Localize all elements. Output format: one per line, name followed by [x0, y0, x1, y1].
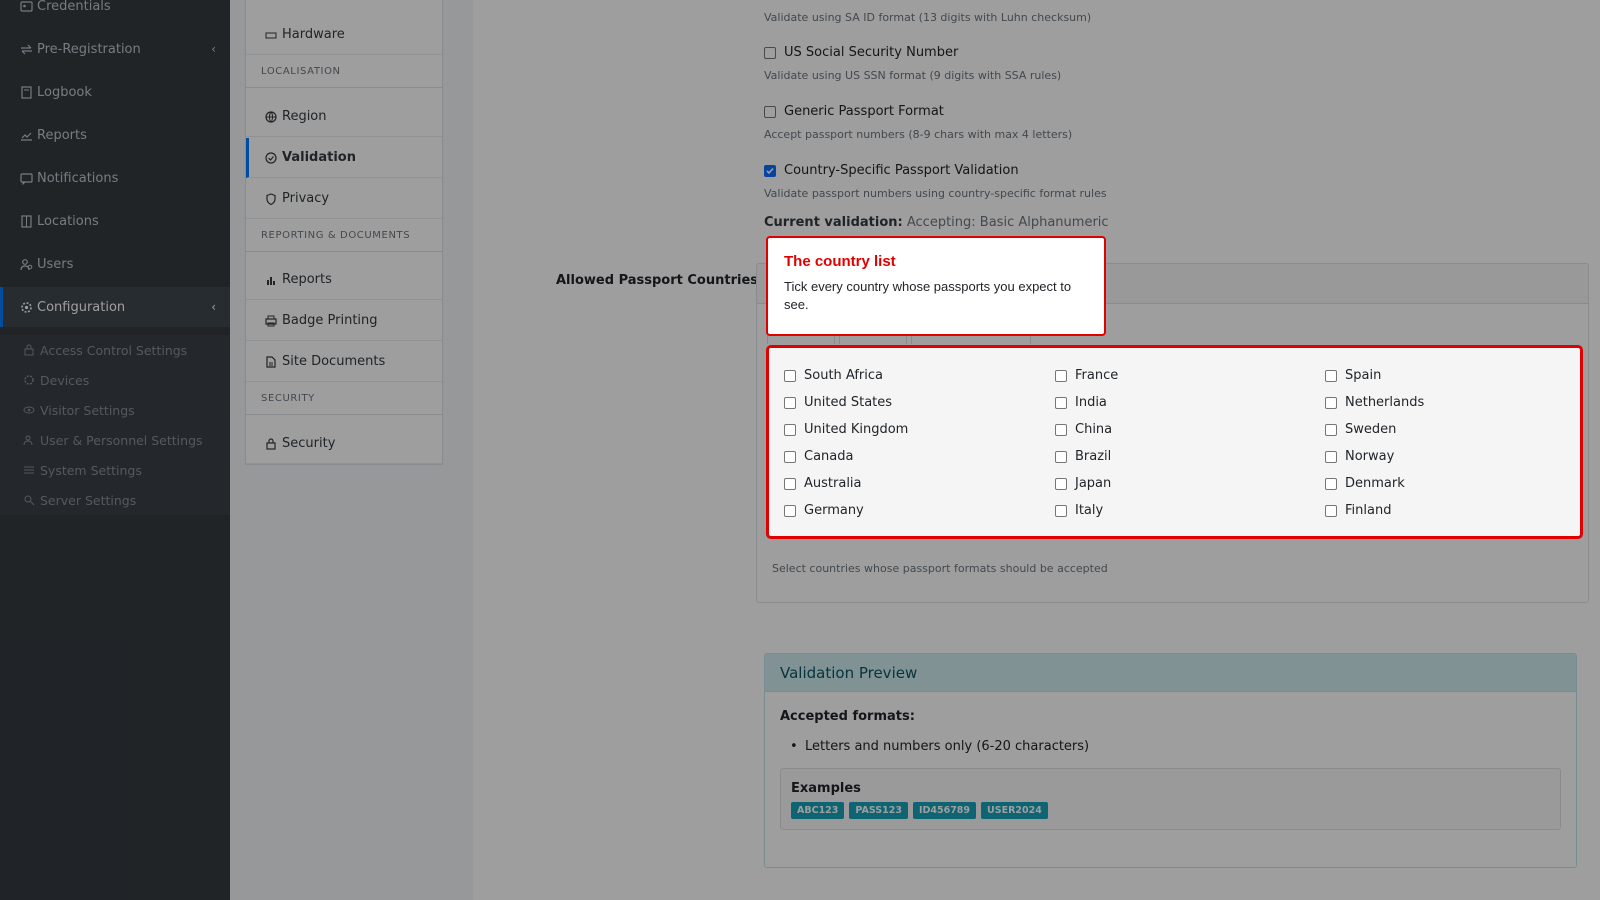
country-checkbox[interactable]: [784, 450, 796, 463]
country-checkbox[interactable]: [1055, 504, 1067, 517]
country-checkbox[interactable]: [1325, 396, 1337, 409]
country-label: United Kingdom: [804, 422, 909, 437]
country-checkbox-grid: South Africa United States United Kingdo…: [766, 345, 1583, 539]
country-denmark[interactable]: Denmark: [1325, 476, 1405, 491]
country-netherlands[interactable]: Netherlands: [1325, 395, 1424, 410]
country-checkbox[interactable]: [784, 477, 796, 490]
country-italy[interactable]: Italy: [1055, 503, 1103, 518]
country-checkbox[interactable]: [1325, 423, 1337, 436]
country-france[interactable]: France: [1055, 368, 1118, 383]
country-label: South Africa: [804, 368, 883, 383]
country-south-africa[interactable]: South Africa: [784, 368, 883, 383]
country-spain[interactable]: Spain: [1325, 368, 1381, 383]
country-label: Denmark: [1345, 476, 1405, 491]
country-label: United States: [804, 395, 893, 410]
country-finland[interactable]: Finland: [1325, 503, 1391, 518]
country-brazil[interactable]: Brazil: [1055, 449, 1111, 464]
country-checkbox[interactable]: [784, 369, 796, 382]
country-checkbox[interactable]: [1055, 477, 1067, 490]
country-label: Australia: [804, 476, 862, 491]
country-label: Japan: [1075, 476, 1112, 491]
country-label: China: [1075, 422, 1113, 437]
country-united-states[interactable]: United States: [784, 395, 892, 410]
country-checkbox[interactable]: [1055, 423, 1067, 436]
country-checkbox[interactable]: [1325, 504, 1337, 517]
tooltip-body: Tick every country whose passports you e…: [784, 279, 1072, 312]
country-united-kingdom[interactable]: United Kingdom: [784, 422, 908, 437]
country-checkbox[interactable]: [1325, 477, 1337, 490]
country-label: Finland: [1345, 503, 1392, 518]
country-label: France: [1075, 368, 1119, 383]
tooltip-title: The country list: [784, 253, 896, 270]
country-checkbox[interactable]: [1325, 369, 1337, 382]
country-label: Brazil: [1075, 449, 1112, 464]
country-label: Norway: [1345, 449, 1395, 464]
country-india[interactable]: India: [1055, 395, 1107, 410]
country-germany[interactable]: Germany: [784, 503, 864, 518]
country-australia[interactable]: Australia: [784, 476, 862, 491]
country-canada[interactable]: Canada: [784, 449, 853, 464]
country-china[interactable]: China: [1055, 422, 1112, 437]
country-japan[interactable]: Japan: [1055, 476, 1111, 491]
country-label: Spain: [1345, 368, 1382, 383]
country-label: Netherlands: [1345, 395, 1425, 410]
country-label: India: [1075, 395, 1107, 410]
country-label: Germany: [804, 503, 864, 518]
country-checkbox[interactable]: [784, 504, 796, 517]
country-checkbox[interactable]: [784, 423, 796, 436]
country-label: Canada: [804, 449, 854, 464]
country-sweden[interactable]: Sweden: [1325, 422, 1396, 437]
country-norway[interactable]: Norway: [1325, 449, 1394, 464]
country-checkbox[interactable]: [1325, 450, 1337, 463]
tutorial-tooltip: The country list Tick every country whos…: [766, 236, 1106, 336]
country-checkbox[interactable]: [1055, 450, 1067, 463]
country-label: Italy: [1075, 503, 1104, 518]
country-checkbox[interactable]: [1055, 369, 1067, 382]
country-label: Sweden: [1345, 422, 1397, 437]
country-checkbox[interactable]: [784, 396, 796, 409]
country-checkbox[interactable]: [1055, 396, 1067, 409]
